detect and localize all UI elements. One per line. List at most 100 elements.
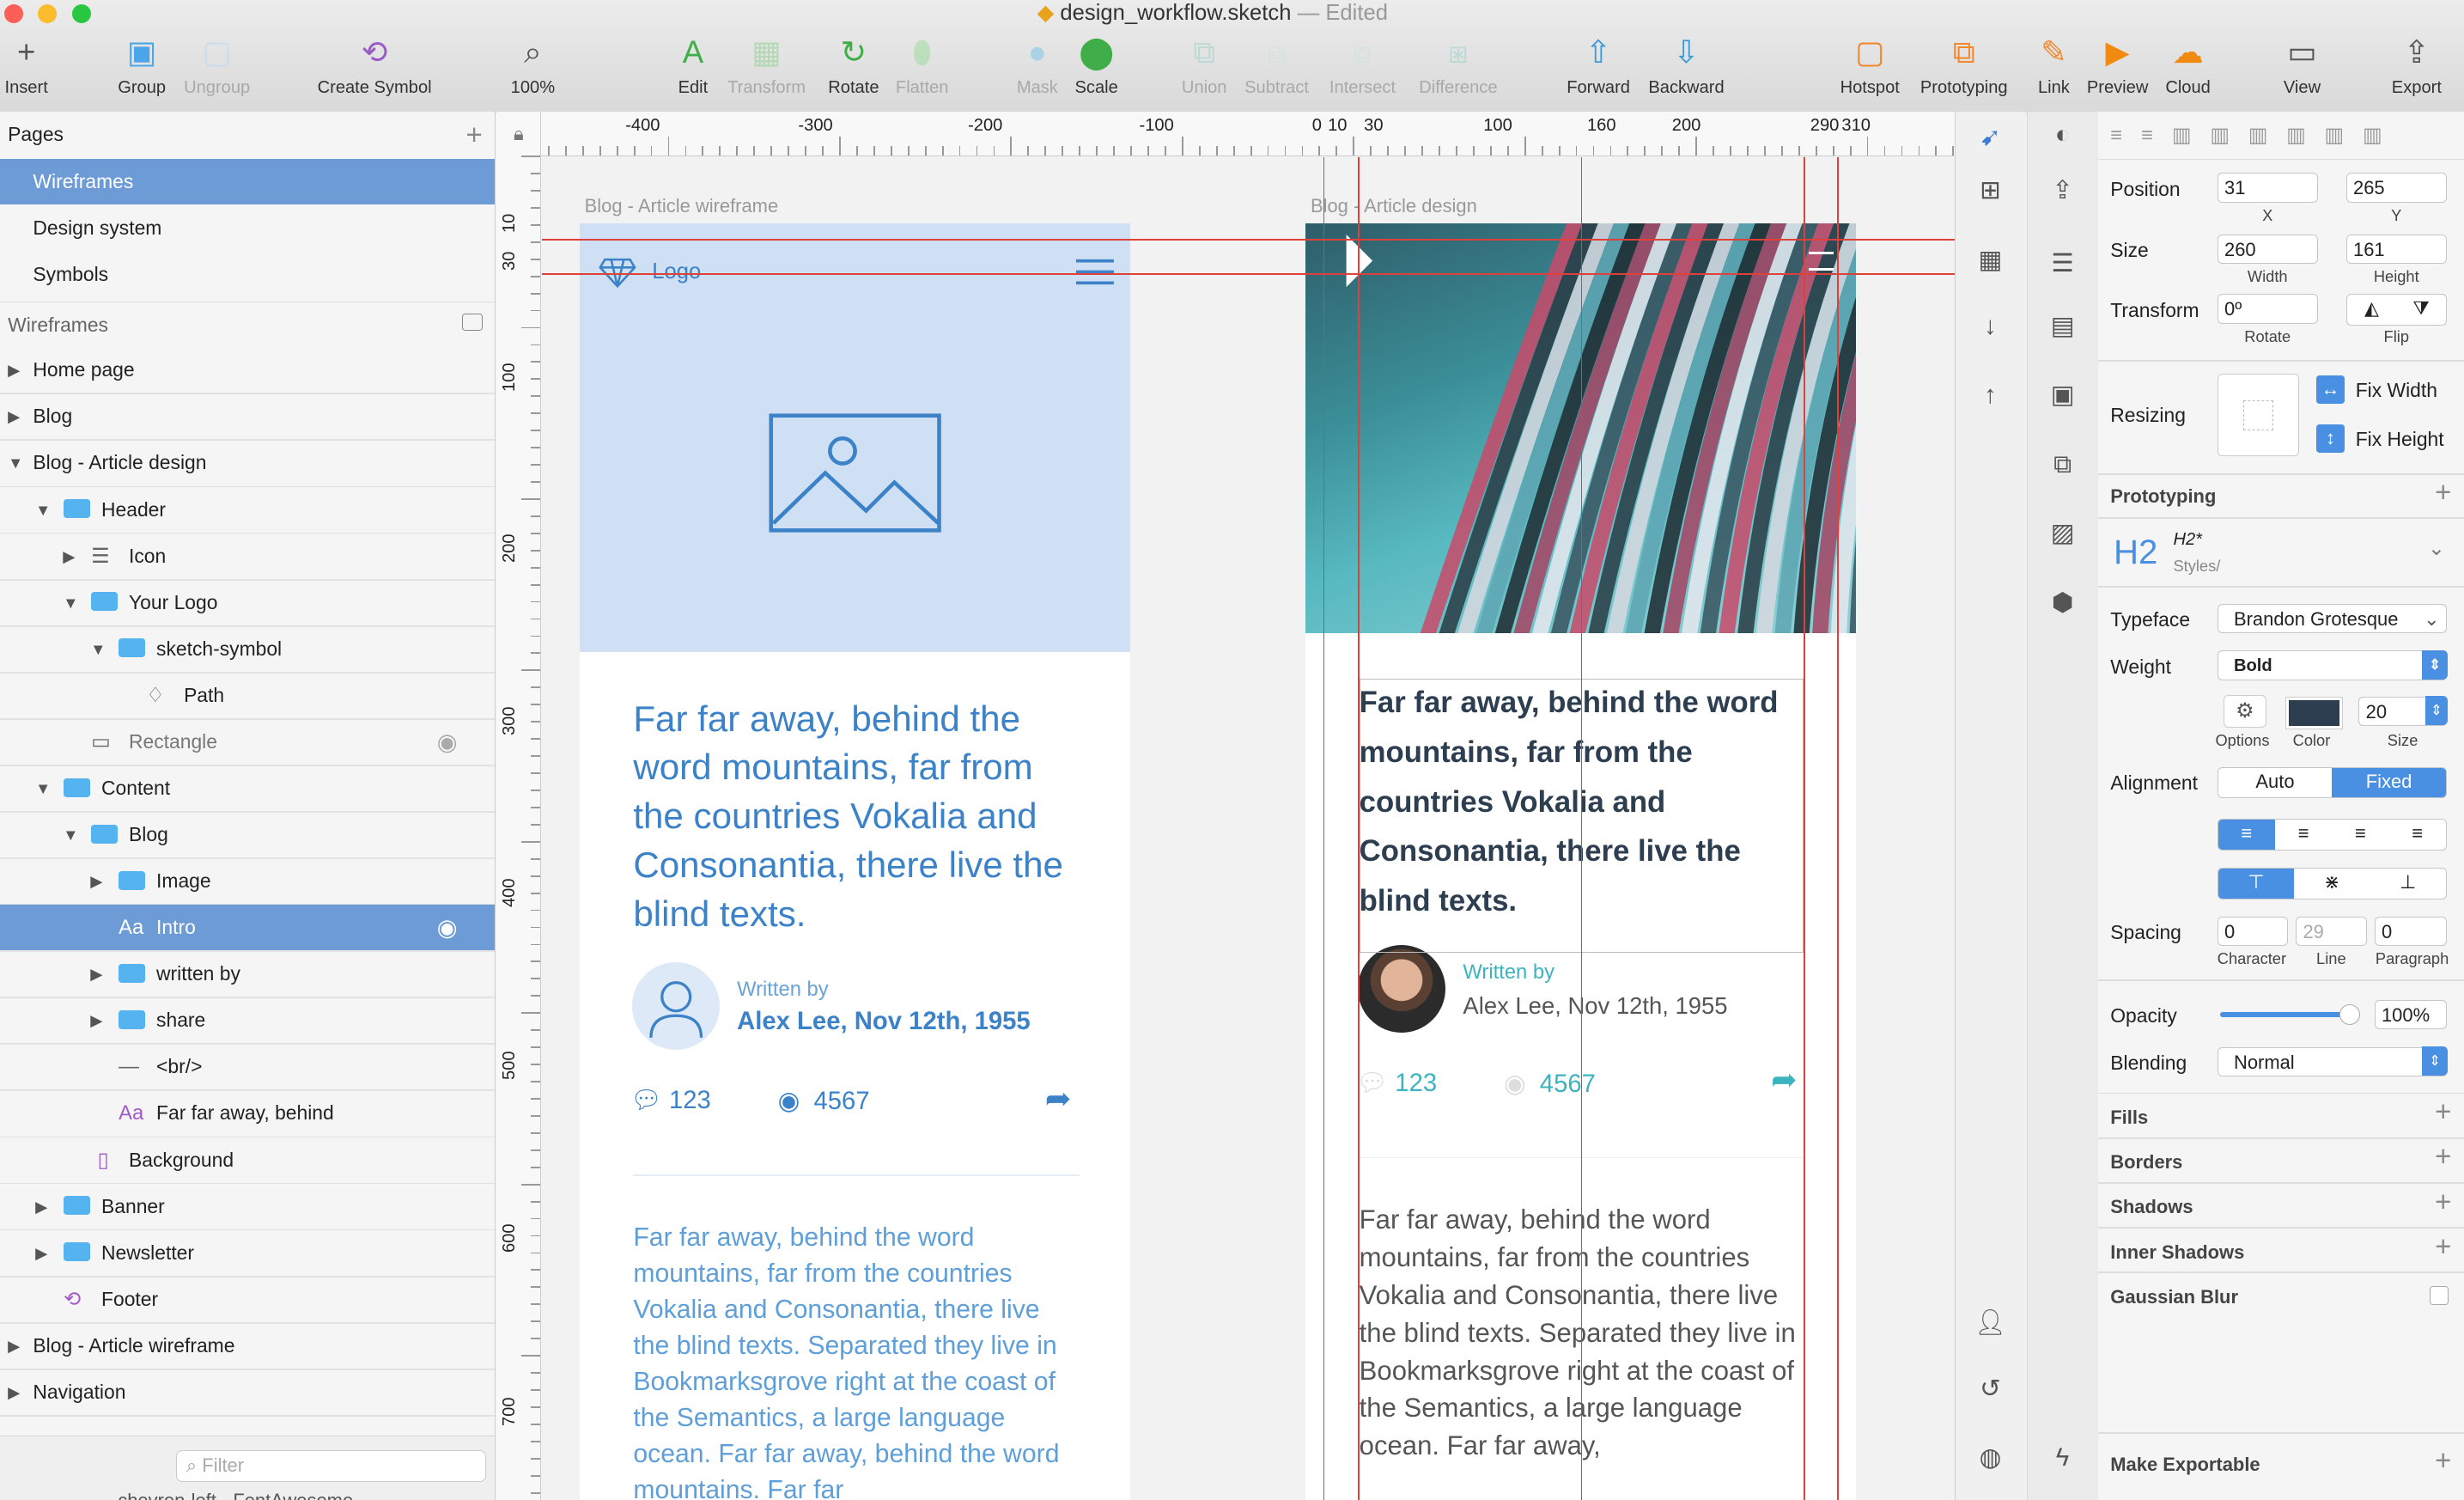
toolbar-cloud-button[interactable]: ☁ Cloud — [2165, 32, 2211, 99]
fix-height-icon[interactable]: ↕ — [2315, 424, 2345, 453]
vertical-align-buttons[interactable]: ⊤ ⋇ ⊥ — [2217, 867, 2447, 899]
guide-line[interactable] — [542, 239, 1956, 241]
flip-buttons[interactable]: ◭ ⧩ — [2345, 294, 2447, 326]
toolbar-view-button[interactable]: ▭ View — [2282, 32, 2323, 99]
toolbar-prototyping-button[interactable]: ⧉ Prototyping — [1920, 32, 2008, 99]
layer-row[interactable]: ▼ Your Logo — [0, 580, 495, 625]
wireframe-artboard[interactable]: Logo Far far away, behind the word mount… — [580, 223, 1130, 1500]
align-middle-icon[interactable]: ⋇ — [2294, 869, 2370, 899]
toolbar-rotate-button[interactable]: ↻ Rotate — [828, 32, 879, 99]
layer-row[interactable]: ⟲ Footer — [0, 1277, 495, 1322]
disclosure-closed-icon[interactable]: ▶ — [90, 997, 102, 1043]
guide-line[interactable] — [1357, 156, 1360, 1500]
add-prototyping-icon[interactable]: + — [2435, 476, 2451, 509]
hexagon-icon[interactable]: ⬢ — [2041, 583, 2084, 625]
align-center-icon[interactable]: ≡ — [2275, 820, 2332, 850]
lightning-icon[interactable]: ϟ — [2041, 1438, 2084, 1479]
layer-row[interactable]: ▼ Blog — [0, 812, 495, 857]
wireframe-artboard-label[interactable]: Blog - Article wireframe — [585, 195, 779, 217]
toolbar-forward-button[interactable]: ⇧ Forward — [1567, 32, 1630, 99]
disclosure-closed-icon[interactable]: ▶ — [35, 1184, 47, 1229]
toolbar-difference-button[interactable]: ⧆ Difference — [1419, 32, 1497, 99]
toolbar-flatten-button[interactable]: ⬮ Flatten — [896, 32, 948, 99]
add-user-icon[interactable]: 👤︎ — [1968, 1303, 2012, 1345]
layer-row[interactable]: ▶ Navigation — [0, 1369, 495, 1415]
gear-icon[interactable]: ⚙ — [2224, 694, 2266, 729]
toolbar-subtract-button[interactable]: ⧈ Subtract — [1244, 32, 1309, 99]
disclosure-closed-icon[interactable]: ▶ — [8, 1323, 20, 1369]
hamburger-menu-icon[interactable] — [1076, 258, 1115, 286]
guide-line[interactable] — [1836, 156, 1839, 1500]
toolbar-ungroup-button[interactable]: ▢ Ungroup — [184, 32, 250, 99]
align-left-icon[interactable]: ≡ — [2218, 820, 2275, 850]
zoom-window-button[interactable] — [72, 4, 92, 24]
globe-icon[interactable]: ◍ — [1968, 1438, 2012, 1479]
auto-fixed-toggle[interactable]: Auto Fixed — [2217, 766, 2447, 799]
fixed-option[interactable]: Fixed — [2332, 767, 2446, 798]
add-borders-icon[interactable]: + — [2435, 1140, 2451, 1173]
fix-width-label[interactable]: Fix Width — [2356, 379, 2437, 402]
typeface-select[interactable]: Brandon Grotesque ⌄ — [2217, 603, 2447, 634]
toolbar-transform-button[interactable]: ▦ Transform — [727, 32, 806, 99]
layer-row[interactable]: ▶ Blog — [0, 393, 495, 439]
crop-icon[interactable]: ⧉ — [2041, 445, 2084, 486]
disclosure-closed-icon[interactable]: ▶ — [8, 393, 20, 439]
text-style-name[interactable]: H2* — [2173, 530, 2202, 550]
ruler-lock-icon[interactable]: 🔒︎ — [496, 111, 542, 157]
x-field[interactable]: 31 — [2217, 173, 2318, 203]
prototyping-section[interactable]: Prototyping — [2110, 485, 2216, 508]
opacity-slider-knob[interactable] — [2339, 1004, 2361, 1026]
toolbar-edit-button[interactable]: A Edit — [672, 32, 714, 99]
gaussian-blur-checkbox[interactable] — [2429, 1285, 2449, 1305]
toolbar-link-button[interactable]: ✎ Link — [2034, 32, 2075, 99]
text-align-buttons[interactable]: ≡ ≡ ≡ ≡ — [2217, 819, 2447, 851]
add-page-icon[interactable]: + — [465, 112, 482, 157]
toolbar-mask-button[interactable]: ● Mask — [1017, 32, 1058, 99]
layer-row[interactable]: ▶ Banner — [0, 1184, 495, 1229]
add-artboard-icon[interactable]: ⊞ — [1968, 171, 2012, 212]
rotate-field[interactable]: 0º — [2217, 294, 2318, 324]
guide-line[interactable] — [1323, 156, 1325, 1500]
layer-row[interactable]: ▼ sketch-symbol — [0, 626, 495, 672]
character-spacing-field[interactable]: 0 — [2217, 916, 2289, 947]
make-exportable-section[interactable]: Make Exportable — [2110, 1454, 2260, 1476]
collapse-layers-icon[interactable] — [461, 314, 483, 332]
upload-icon[interactable]: ⇪ — [2041, 171, 2084, 212]
y-field[interactable]: 265 — [2345, 173, 2447, 203]
disclosure-closed-icon[interactable]: ▶ — [90, 951, 102, 997]
disclosure-open-icon[interactable]: ▼ — [63, 812, 78, 857]
text-color-swatch[interactable] — [2285, 697, 2343, 729]
layer-row[interactable]: ▶ ☰ Icon — [0, 534, 495, 579]
align-bottom-icon[interactable]: ⊥ — [2370, 869, 2445, 899]
layer-row[interactable]: — <br/> — [0, 1044, 495, 1089]
eye-icon[interactable]: ◉ — [437, 905, 458, 950]
toolbar-insert-button[interactable]: + Insert — [4, 32, 47, 99]
disclosure-open-icon[interactable]: ▼ — [90, 626, 106, 672]
layer-row[interactable]: Aa Far far away, behind — [0, 1090, 495, 1136]
toolbar-create-symbol-button[interactable]: ⟲ Create Symbol — [318, 32, 432, 99]
vertical-ruler[interactable]: 10 30 100 200 300 400 500 600 700 — [496, 155, 542, 1500]
toolbar-100--button[interactable]: ⌕ 100% — [511, 32, 555, 99]
stack-icon[interactable]: ☰ — [2041, 244, 2084, 285]
guide-line[interactable] — [1580, 156, 1583, 1500]
toolbar-backward-button[interactable]: ⇩ Backward — [1648, 32, 1724, 99]
align-top-icon[interactable]: ⊤ — [2218, 868, 2295, 899]
toolbar-group-button[interactable]: ▣ Group — [118, 32, 166, 99]
disclosure-closed-icon[interactable]: ▶ — [35, 1230, 47, 1276]
layer-row[interactable]: ▶ Newsletter — [0, 1230, 495, 1276]
guide-line[interactable] — [542, 273, 1956, 276]
fix-height-label[interactable]: Fix Height — [2356, 428, 2444, 451]
align-buttons-icon[interactable]: ≡≡▥▥▥▥▥▥ — [2110, 123, 2400, 148]
section-gaussian-blur[interactable]: Gaussian Blur — [2110, 1286, 2238, 1308]
chevron-down-icon[interactable]: ⌄ — [2428, 536, 2445, 561]
layer-row[interactable]: ♢ Path — [0, 673, 495, 718]
layer-row[interactable]: ▭ Rectangle ◉ — [0, 719, 495, 765]
disclosure-open-icon[interactable]: ▼ — [35, 487, 51, 533]
list-icon[interactable]: ▤ — [2041, 307, 2084, 348]
arrow-up-icon[interactable]: ↑ — [1968, 375, 2012, 417]
canvas[interactable]: Blog - Article wireframe Blog - Article … — [542, 156, 1956, 1500]
fix-width-icon[interactable]: ↔ — [2315, 375, 2345, 405]
flip-vertical-icon[interactable]: ⧩ — [2396, 295, 2446, 325]
disclosure-closed-icon[interactable]: ▶ — [63, 534, 75, 579]
layer-row[interactable]: ▶ written by — [0, 951, 495, 997]
